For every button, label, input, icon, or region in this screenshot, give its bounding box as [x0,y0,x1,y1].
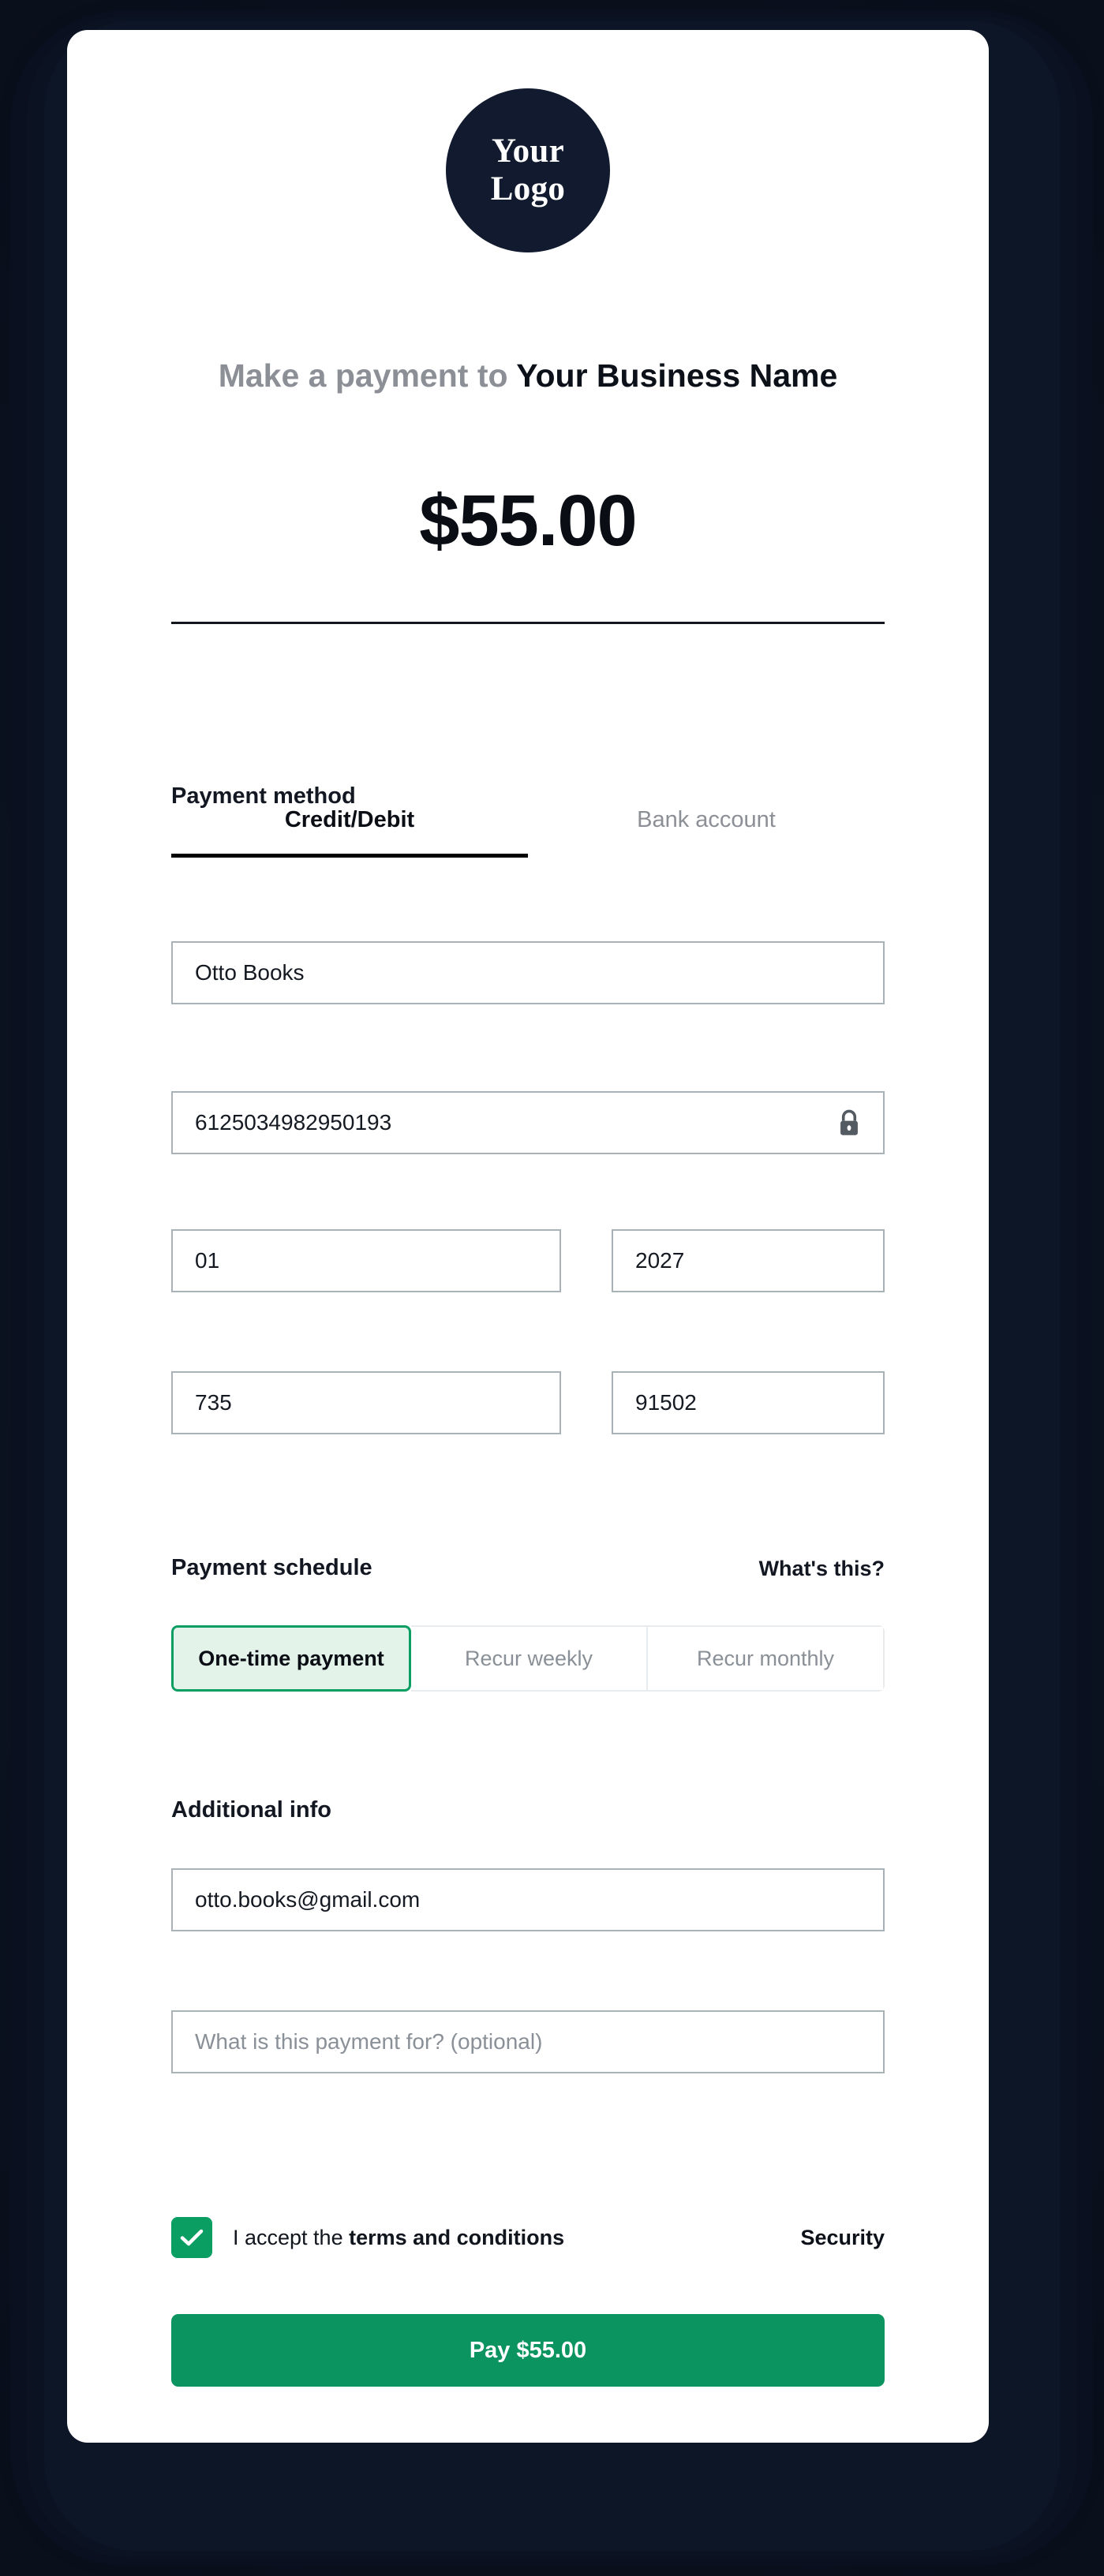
phone-frame: Your Logo Make a payment to Your Busines… [0,0,1104,2576]
whats-this-link[interactable]: What's this? [759,1557,885,1581]
brand-logo-container: Your Logo [67,88,989,252]
amount-divider [171,622,885,624]
schedule-option-recur-weekly[interactable]: Recur weekly [411,1625,648,1692]
brand-logo-line-2: Logo [490,170,566,208]
payment-method-tabs: Credit/Debit Bank account [171,807,885,858]
payment-method-label: Payment method [171,783,356,809]
payment-schedule-label: Payment schedule [171,1555,372,1580]
terms-and-conditions-link[interactable]: terms and conditions [349,2226,564,2249]
card-number-value: 6125034982950193 [195,1110,392,1135]
terms-prefix: I accept the [233,2225,350,2249]
page-title: Make a payment to Your Business Name [67,357,989,394]
lock-icon [837,1109,861,1136]
expiry-month-input[interactable]: 01 [171,1229,561,1292]
payment-schedule-segmented-control: One-time payment Recur weekly Recur mont… [171,1625,885,1692]
schedule-option-one-time[interactable]: One-time payment [171,1625,411,1692]
brand-logo: Your Logo [446,88,610,252]
schedule-option-recur-monthly[interactable]: Recur monthly [648,1625,885,1692]
page-title-prefix: Make a payment to [218,357,517,394]
tab-credit-debit[interactable]: Credit/Debit [171,807,528,858]
payment-form-card: Your Logo Make a payment to Your Busines… [67,30,989,2443]
security-link[interactable]: Security [800,2226,885,2250]
payment-amount: $55.00 [419,480,637,561]
additional-info-label: Additional info [171,1797,331,1823]
tab-bank-account[interactable]: Bank account [528,807,885,858]
terms-label: I accept the terms and conditions [233,2226,564,2250]
billing-zip-input[interactable]: 91502 [612,1371,885,1434]
email-input[interactable]: otto.books@gmail.com [171,1868,885,1931]
pay-button[interactable]: Pay $55.00 [171,2314,885,2387]
business-name: Your Business Name [516,357,838,394]
memo-input[interactable]: What is this payment for? (optional) [171,2010,885,2073]
cvv-input[interactable]: 735 [171,1371,561,1434]
card-number-input[interactable]: 6125034982950193 [171,1091,885,1154]
brand-logo-line-1: Your [492,132,564,170]
expiry-year-input[interactable]: 2027 [612,1229,885,1292]
terms-row: I accept the terms and conditions Securi… [171,2217,885,2258]
check-icon [180,2229,204,2246]
terms-checkbox[interactable] [171,2217,212,2258]
name-on-card-input[interactable]: Otto Books [171,941,885,1004]
